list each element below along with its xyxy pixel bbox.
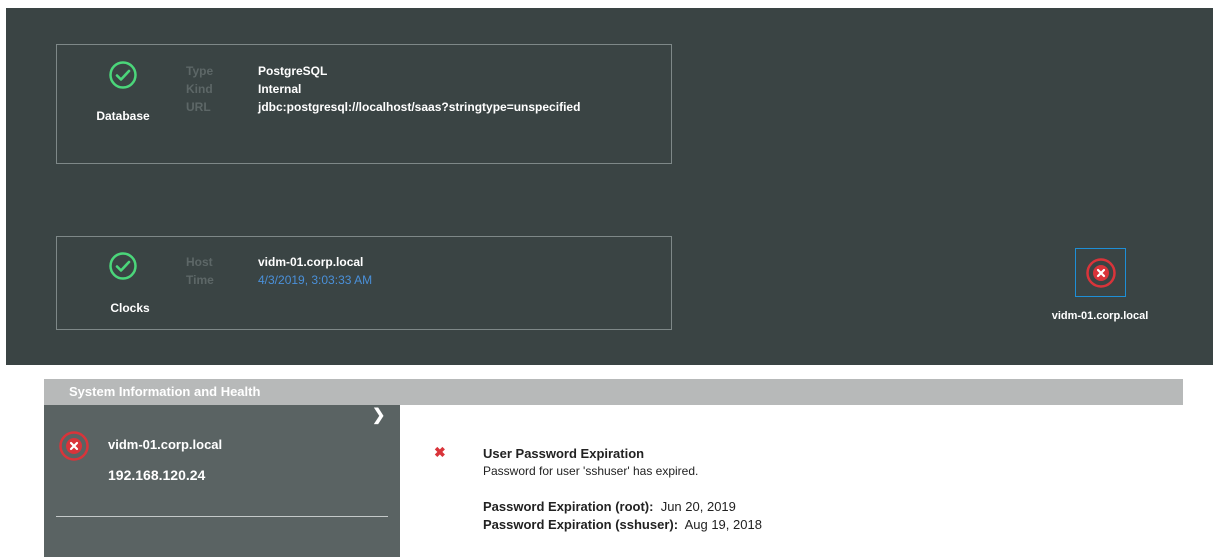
database-keys: Type Kind URL (186, 62, 213, 116)
host-value: vidm-01.corp.local (258, 255, 364, 269)
host-ip: 192.168.120.24 (108, 467, 206, 483)
x-circle-icon (1086, 258, 1116, 288)
close-icon: ✖ (434, 444, 446, 460)
clocks-values: vidm-01.corp.local 4/3/2019, 3:03:33 AM (258, 253, 668, 289)
node-label: vidm-01.corp.local (1051, 310, 1149, 322)
sshuser-expiration-label: Password Expiration (sshuser): (483, 517, 679, 532)
root-expiration-value: Jun 20, 2019 (660, 499, 736, 514)
database-values: PostgreSQL Internal jdbc:postgresql://lo… (258, 62, 668, 116)
sshuser-expiration-row: Password Expiration (sshuser): Aug 19, 2… (483, 517, 762, 532)
node-status-button[interactable] (1075, 248, 1126, 297)
alert-description: Password for user 'sshuser' has expired. (483, 464, 699, 478)
url-value: jdbc:postgresql://localhost/saas?stringt… (258, 100, 581, 114)
clocks-keys: Host Time (186, 253, 214, 289)
x-circle-icon (59, 431, 89, 461)
time-value: 4/3/2019, 3:03:33 AM (258, 273, 373, 287)
root-expiration-row: Password Expiration (root): Jun 20, 2019 (483, 499, 736, 514)
url-key: URL (186, 100, 211, 114)
type-key: Type (186, 64, 214, 78)
database-card[interactable]: Database Type Kind URL PostgreSQL Intern… (56, 44, 672, 164)
host-name[interactable]: vidm-01.corp.local (108, 437, 222, 452)
alert-detail-pane (400, 405, 1183, 557)
kind-key: Kind (186, 82, 213, 96)
host-key: Host (186, 255, 213, 269)
clocks-card[interactable]: Clocks Host Time vidm-01.corp.local 4/3/… (56, 236, 672, 330)
root-expiration-label: Password Expiration (root): (483, 499, 654, 514)
check-circle-icon (109, 252, 137, 280)
host-list-pane (44, 405, 400, 557)
type-value: PostgreSQL (258, 64, 328, 78)
clocks-label: Clocks (110, 301, 150, 315)
divider (56, 516, 388, 517)
database-label: Database (96, 109, 150, 123)
alert-title: User Password Expiration (483, 446, 645, 461)
time-key: Time (186, 273, 214, 287)
check-circle-icon (109, 61, 137, 89)
chevron-right-icon[interactable]: ❯ (372, 405, 385, 425)
panel-title: System Information and Health (44, 379, 1183, 405)
sshuser-expiration-value: Aug 19, 2018 (684, 517, 762, 532)
kind-value: Internal (258, 82, 302, 96)
top-strip (0, 0, 1213, 8)
